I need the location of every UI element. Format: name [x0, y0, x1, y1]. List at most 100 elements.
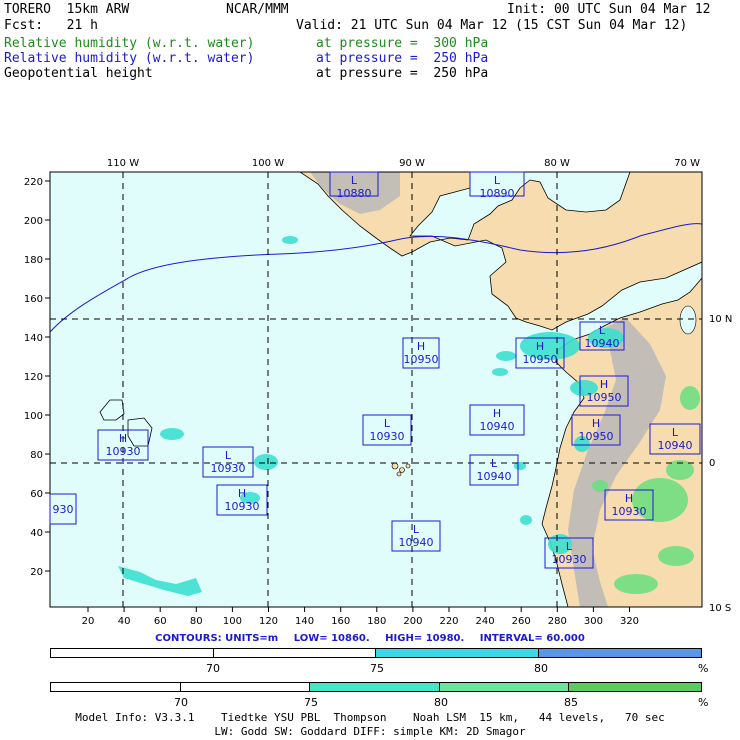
latitude-label: 0 [709, 458, 715, 469]
x-tick-label: 320 [620, 616, 639, 625]
pressure-center-type: L [599, 324, 606, 337]
x-tick-label: 140 [295, 616, 314, 625]
longitude-label: 70 W [674, 158, 700, 169]
y-tick-label: 120 [24, 372, 43, 383]
y-tick-label: 80 [30, 450, 43, 461]
pressure-center-value: 10880 [337, 187, 372, 200]
x-tick-label: 300 [584, 616, 603, 625]
pressure-center-value: 930 [53, 503, 74, 516]
pressure-center-value: 10930 [370, 430, 405, 443]
y-tick-label: 200 [24, 216, 43, 227]
pressure-center-type: H [592, 417, 600, 430]
cb1-seg-1 [213, 649, 376, 657]
cb2-seg-2 [310, 683, 440, 691]
y-tick-label: 40 [30, 528, 43, 539]
cb1-seg-0 [51, 649, 214, 657]
cb2-label-pct: % [698, 696, 709, 709]
pressure-center-value: 10930 [552, 553, 587, 566]
x-tick-label: 20 [82, 616, 95, 625]
colorbar-300-rh [50, 682, 702, 692]
y-tick-label: 60 [30, 489, 43, 500]
contour-info: CONTOURS: UNITS=m LOW= 10860. HIGH= 1098… [0, 633, 740, 644]
longitude-label: 90 W [399, 158, 425, 169]
longitude-labels: 110 W 100 W 90 W 80 W 70 W [107, 158, 700, 169]
pressure-center-value: 10930 [211, 462, 246, 475]
x-tick-label: 220 [439, 616, 458, 625]
pressure-center-value: 10950 [579, 430, 614, 443]
contour-interval: INTERVAL= 60.000 [479, 633, 585, 644]
contour-low: LOW= 10860. [293, 633, 370, 644]
cb2-seg-1 [180, 683, 311, 691]
cb1-seg-2 [376, 649, 539, 657]
pressure-center-type: L [494, 174, 501, 187]
pressure-center-type: H [625, 492, 633, 505]
pressure-center-type: L [351, 174, 358, 187]
pressure-center-type: H [600, 378, 608, 391]
pressure-center-type: L [384, 417, 391, 430]
pressure-center-value: 10890 [480, 187, 515, 200]
x-tick-label: 260 [512, 616, 531, 625]
y-tick-label: 20 [30, 567, 43, 578]
pressure-center-value: 10940 [585, 337, 620, 350]
cb2-label-70: 70 [174, 696, 188, 709]
pressure-center-type: H [119, 432, 127, 445]
latitude-label: 10 S [709, 603, 731, 614]
cb1-seg-3 [538, 649, 701, 657]
pressure-center-type: L [225, 449, 232, 462]
contour-units: CONTOURS: UNITS=m [155, 633, 279, 644]
x-tick-label: 40 [118, 616, 131, 625]
x-tick-label: 240 [476, 616, 495, 625]
cb2-seg-4 [569, 683, 702, 691]
pressure-center-value: 10950 [404, 353, 439, 366]
y-tick-label: 220 [24, 177, 43, 188]
pressure-center-type: H [417, 340, 425, 353]
cb1-label-70: 70 [206, 662, 220, 675]
y-tick-label: 180 [24, 255, 43, 266]
pressure-center-value: 10930 [612, 505, 647, 518]
pressure-center-value: 10930 [106, 445, 141, 458]
pressure-center-type: L [672, 426, 679, 439]
cb2-label-85: 85 [564, 696, 578, 709]
cb1-label-75: 75 [370, 662, 384, 675]
pressure-center-value: 10940 [399, 536, 434, 549]
model-info: Model Info: V3.3.1 Tiedtke YSU PBL Thomp… [75, 711, 665, 724]
longitude-label: 80 W [544, 158, 570, 169]
pressure-center-value: 10940 [480, 420, 515, 433]
longitude-label: 100 W [252, 158, 284, 169]
pressure-center-value: 10930 [225, 500, 260, 513]
colorbar-250-rh [50, 648, 702, 658]
x-tick-label: 180 [367, 616, 386, 625]
latitude-label: 10 N [709, 314, 732, 325]
pressure-center-value: 10940 [477, 470, 512, 483]
pressure-center-type: H [238, 487, 246, 500]
cb2-label-75: 75 [304, 696, 318, 709]
pressure-center-value: 10940 [658, 439, 693, 452]
x-axis: 20 40 60 80 100 120 140 160 180 200 220 240 260 280 30… [82, 607, 639, 625]
x-tick-label: 160 [331, 616, 350, 625]
x-tick-label: 100 [223, 616, 242, 625]
x-tick-label: 80 [190, 616, 203, 625]
cb1-label-pct: % [698, 662, 709, 675]
pressure-center-value: 10950 [523, 353, 558, 366]
cb2-seg-0 [51, 683, 181, 691]
x-tick-label: 280 [548, 616, 567, 625]
cb2-label-80: 80 [434, 696, 448, 709]
physics-info: LW: Godd SW: Goddard DIFF: simple KM: 2D… [214, 725, 526, 738]
y-tick-label: 160 [24, 294, 43, 305]
weather-map: 220 200 180 160 140 120 100 80 60 40 20 20 40 60 80 10… [24, 158, 732, 625]
longitude-label: 110 W [107, 158, 139, 169]
pressure-center-type: L [491, 457, 498, 470]
x-tick-label: 60 [154, 616, 167, 625]
x-tick-label: 120 [259, 616, 278, 625]
pressure-center-type: H [493, 407, 501, 420]
pressure-center-type: H [536, 340, 544, 353]
y-tick-label: 140 [24, 333, 43, 344]
cb2-seg-3 [439, 683, 570, 691]
x-tick-label: 200 [403, 616, 422, 625]
y-tick-label: 100 [24, 411, 43, 422]
pressure-center-type: L [566, 540, 573, 553]
pressure-center-type: L [413, 523, 420, 536]
latitude-labels: 10 N 0 10 S [709, 314, 732, 614]
y-axis: 220 200 180 160 140 120 100 80 60 40 20 [24, 177, 50, 578]
lake-maracaibo [679, 305, 697, 335]
